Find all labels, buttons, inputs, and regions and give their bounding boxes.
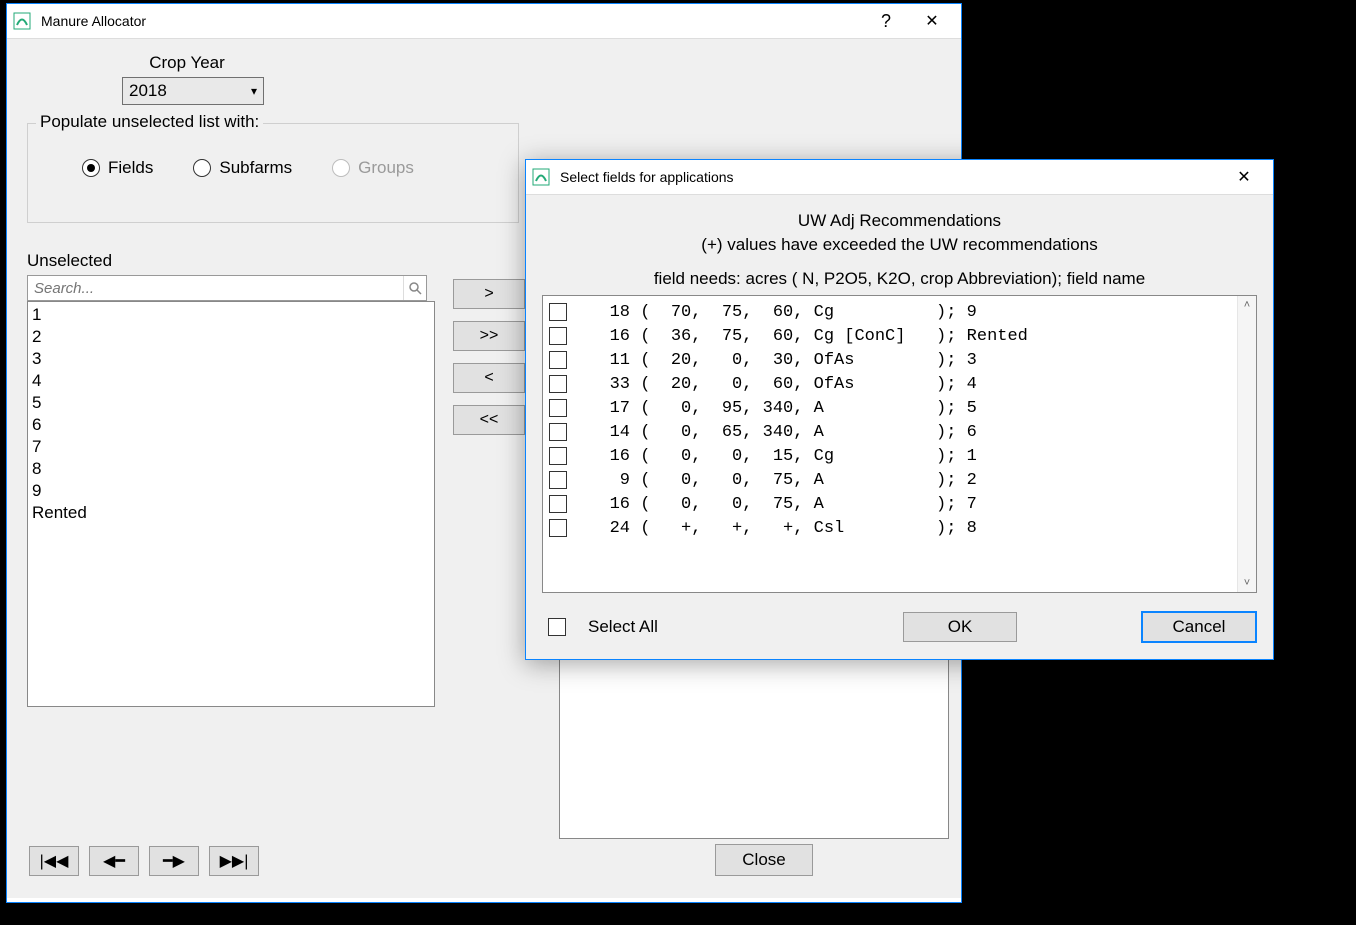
row-checkbox[interactable] xyxy=(549,375,567,393)
scroll-up-icon[interactable]: ˄ xyxy=(1238,296,1256,314)
search-icon[interactable] xyxy=(403,276,426,300)
fields-data-box[interactable]: 18 ( 70, 75, 60, Cg ); 9 16 ( 36, 75, 60… xyxy=(542,295,1257,593)
close-dialog-button[interactable]: ✕ xyxy=(1221,162,1267,192)
scrollbar[interactable]: ˄ ˅ xyxy=(1237,296,1256,592)
list-item[interactable]: 5 xyxy=(32,392,430,414)
scroll-down-icon[interactable]: ˅ xyxy=(1238,574,1256,592)
field-row[interactable]: 11 ( 20, 0, 30, OfAs ); 3 xyxy=(549,348,1256,372)
list-item[interactable]: 7 xyxy=(32,436,430,458)
unselected-label: Unselected xyxy=(27,251,427,271)
row-checkbox[interactable] xyxy=(549,447,567,465)
row-checkbox[interactable] xyxy=(549,519,567,537)
list-item[interactable]: 6 xyxy=(32,414,430,436)
window-title: Manure Allocator xyxy=(41,13,146,29)
crop-year-label: Crop Year xyxy=(122,53,252,73)
field-row[interactable]: 17 ( 0, 95, 340, A ); 5 xyxy=(549,396,1256,420)
radio-fields[interactable]: Fields xyxy=(82,158,153,178)
row-checkbox[interactable] xyxy=(549,471,567,489)
help-button[interactable]: ? xyxy=(863,6,909,36)
row-checkbox[interactable] xyxy=(549,495,567,513)
move-right-button[interactable]: > xyxy=(453,279,525,309)
field-row[interactable]: 16 ( 0, 0, 15, Cg ); 1 xyxy=(549,444,1256,468)
field-row[interactable]: 33 ( 20, 0, 60, OfAs ); 4 xyxy=(549,372,1256,396)
titlebar: Manure Allocator ? ✕ xyxy=(7,4,961,38)
list-item[interactable]: Rented xyxy=(32,502,430,524)
app-icon xyxy=(532,168,550,186)
row-text: 11 ( 20, 0, 30, OfAs ); 3 xyxy=(579,351,977,370)
row-checkbox[interactable] xyxy=(549,351,567,369)
radio-dot-icon xyxy=(193,159,211,177)
row-text: 16 ( 0, 0, 75, A ); 7 xyxy=(579,495,977,514)
list-item[interactable]: 1 xyxy=(32,304,430,326)
row-text: 16 ( 0, 0, 15, Cg ); 1 xyxy=(579,447,977,466)
search-box[interactable] xyxy=(27,275,427,301)
row-text: 9 ( 0, 0, 75, A ); 2 xyxy=(579,471,977,490)
radio-dot-icon xyxy=(332,159,350,177)
field-row[interactable]: 16 ( 0, 0, 75, A ); 7 xyxy=(549,492,1256,516)
chevron-down-icon: ▾ xyxy=(251,84,257,98)
list-item[interactable]: 8 xyxy=(32,458,430,480)
list-item[interactable]: 4 xyxy=(32,370,430,392)
crop-year-select[interactable]: 2018 ▾ xyxy=(122,77,264,105)
search-input[interactable] xyxy=(28,280,403,297)
row-checkbox[interactable] xyxy=(549,327,567,345)
radio-subfarms-label: Subfarms xyxy=(219,158,292,178)
app-icon xyxy=(13,12,31,30)
row-text: 18 ( 70, 75, 60, Cg ); 9 xyxy=(579,303,977,322)
cancel-button[interactable]: Cancel xyxy=(1141,611,1257,643)
ok-button[interactable]: OK xyxy=(903,612,1017,642)
row-checkbox[interactable] xyxy=(549,303,567,321)
field-row[interactable]: 24 ( +, +, +, Csl ); 8 xyxy=(549,516,1256,540)
dialog-title: Select fields for applications xyxy=(560,169,734,185)
groupbox-title: Populate unselected list with: xyxy=(36,112,263,132)
move-right-all-button[interactable]: >> xyxy=(453,321,525,351)
dialog-window: Select fields for applications ✕ UW Adj … xyxy=(525,159,1274,660)
radio-fields-label: Fields xyxy=(108,158,153,178)
unselected-listbox[interactable]: 123456789Rented xyxy=(27,301,435,707)
close-window-button[interactable]: ✕ xyxy=(909,6,955,36)
radio-groups-label: Groups xyxy=(358,158,414,178)
field-row[interactable]: 9 ( 0, 0, 75, A ); 2 xyxy=(549,468,1256,492)
field-row[interactable]: 14 ( 0, 65, 340, A ); 6 xyxy=(549,420,1256,444)
row-text: 24 ( +, +, +, Csl ); 8 xyxy=(579,519,977,538)
row-text: 33 ( 20, 0, 60, OfAs ); 4 xyxy=(579,375,977,394)
nav-last-button[interactable]: ▶▶| xyxy=(209,846,259,876)
move-left-all-button[interactable]: << xyxy=(453,405,525,435)
column-legend: field needs: acres ( N, P2O5, K2O, crop … xyxy=(542,269,1257,289)
nav-first-button[interactable]: |◀◀ xyxy=(29,846,79,876)
close-button[interactable]: Close xyxy=(715,844,813,876)
radio-groups: Groups xyxy=(332,158,414,178)
radio-dot-icon xyxy=(82,159,100,177)
list-item[interactable]: 3 xyxy=(32,348,430,370)
list-item[interactable]: 2 xyxy=(32,326,430,348)
checkbox-icon xyxy=(548,618,566,636)
row-text: 14 ( 0, 65, 340, A ); 6 xyxy=(579,423,977,442)
select-all-label: Select All xyxy=(588,617,658,637)
dialog-titlebar: Select fields for applications ✕ xyxy=(526,160,1273,194)
field-row[interactable]: 18 ( 70, 75, 60, Cg ); 9 xyxy=(549,300,1256,324)
move-left-button[interactable]: < xyxy=(453,363,525,393)
crop-year-value: 2018 xyxy=(129,81,167,101)
row-text: 17 ( 0, 95, 340, A ); 5 xyxy=(579,399,977,418)
field-row[interactable]: 16 ( 36, 75, 60, Cg [ConC] ); Rented xyxy=(549,324,1256,348)
select-all-checkbox[interactable]: Select All xyxy=(548,617,658,637)
dialog-header-line2: (+) values have exceeded the UW recommen… xyxy=(542,233,1257,257)
row-checkbox[interactable] xyxy=(549,423,567,441)
nav-prev-button[interactable]: ◀━ xyxy=(89,846,139,876)
populate-groupbox: Populate unselected list with: Fields Su… xyxy=(27,123,519,223)
list-item[interactable]: 9 xyxy=(32,480,430,502)
dialog-header-line1: UW Adj Recommendations xyxy=(542,209,1257,233)
radio-subfarms[interactable]: Subfarms xyxy=(193,158,292,178)
row-checkbox[interactable] xyxy=(549,399,567,417)
nav-next-button[interactable]: ━▶ xyxy=(149,846,199,876)
row-text: 16 ( 36, 75, 60, Cg [ConC] ); Rented xyxy=(579,327,1028,346)
